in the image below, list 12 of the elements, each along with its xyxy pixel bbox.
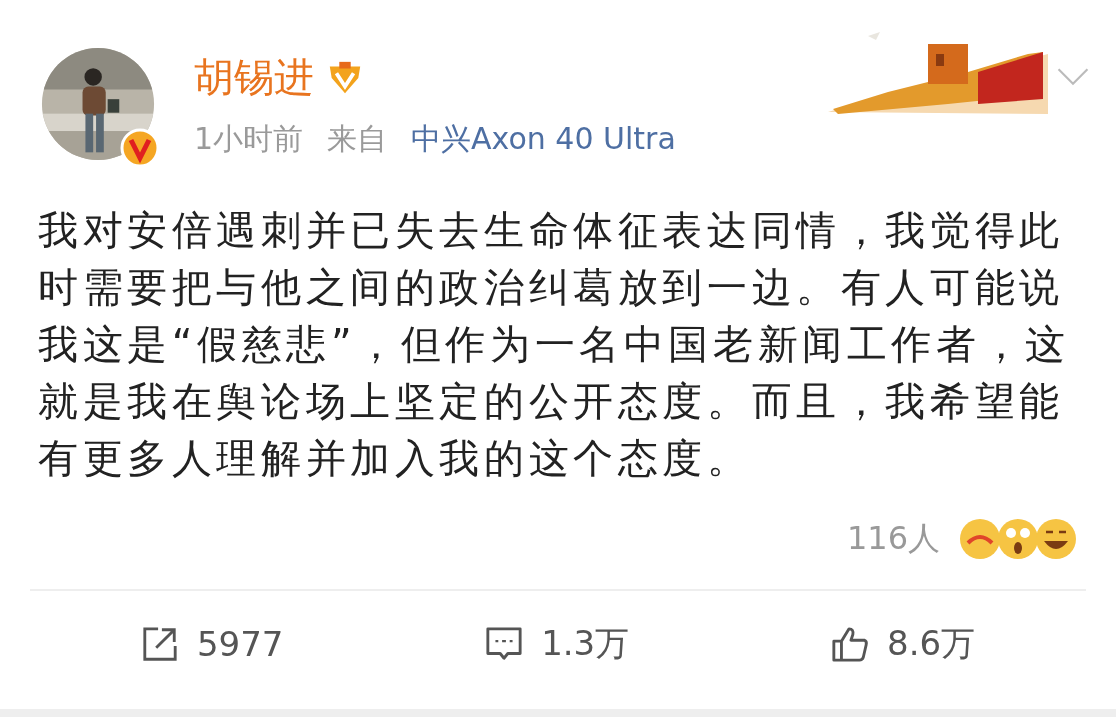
emoji-reactions-icon[interactable] (958, 517, 1078, 561)
share-icon (140, 625, 179, 663)
thumbs-up-icon (831, 625, 869, 663)
source-device[interactable]: 中兴Axon 40 Ultra (411, 119, 676, 160)
source-label: 来自 (327, 120, 388, 158)
action-button[interactable]: 5977 (126, 613, 298, 675)
verified-badge-icon (120, 128, 160, 168)
action-button[interactable]: 1.3万 (471, 613, 644, 675)
action-button[interactable]: 8.6万 (817, 613, 990, 675)
post-text: 我对安倍遇刺并已失去生命体征表达同情，我觉得此时需要把与他之间的政治纠葛放到一边。有人可能说我这是“假慈悲”，但作为一名中国老新闻工作者，这就是我在舆论场上坚定的公开态度。而且，我希望能有更多人理解并加入我的这个态度。 (38, 206, 1071, 483)
comment-icon (485, 625, 524, 663)
post-time: 1小时前 (194, 120, 304, 158)
